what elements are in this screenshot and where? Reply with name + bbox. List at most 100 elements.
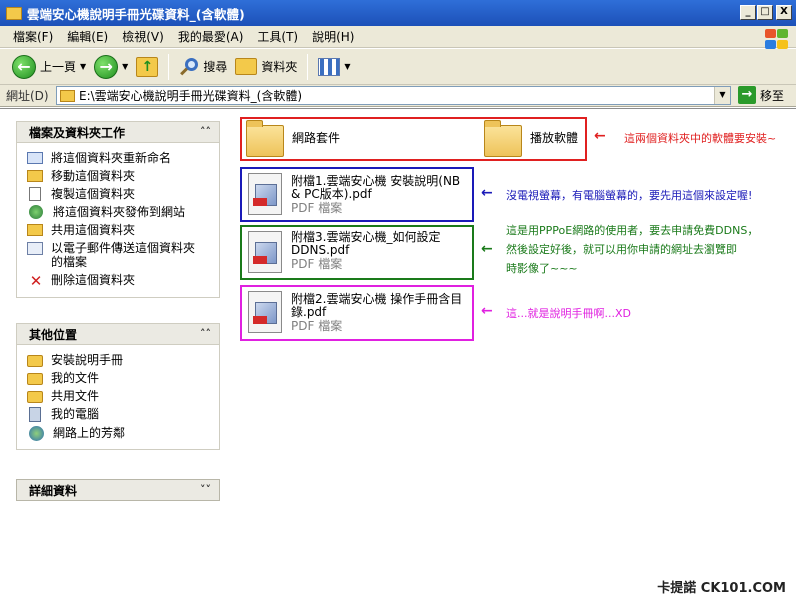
- task-email[interactable]: 以電子郵件傳送這個資料夾的檔案: [27, 239, 219, 271]
- task-label: 將這個資料夾重新命名: [51, 151, 172, 165]
- pdf1-type: PDF 檔案: [291, 201, 343, 215]
- note-ddns-line: 這是用PPPoE網路的使用者，要去申請免費DDNS，: [506, 224, 759, 237]
- task-share[interactable]: 共用這個資料夾: [27, 221, 219, 239]
- back-label: 上一頁: [40, 60, 77, 74]
- other-places-title: 其他位置: [29, 327, 78, 342]
- windows-logo-icon: [762, 28, 790, 50]
- task-label: 複製這個資料夾: [51, 187, 136, 201]
- task-move[interactable]: 移動這個資料夾: [27, 167, 219, 185]
- note-install-software: 這兩個資料夾中的軟體要安裝~: [624, 132, 777, 145]
- share-icon: [27, 224, 43, 236]
- forward-button[interactable]: → ▼: [90, 52, 132, 82]
- menu-view[interactable]: 檢視(V): [115, 28, 171, 45]
- chevron-down-icon[interactable]: ▼: [80, 62, 86, 71]
- computer-icon: [29, 407, 41, 422]
- place-label: 我的文件: [51, 371, 100, 385]
- watermark-logo: 卡提諾 CK101.COM: [657, 581, 786, 596]
- place-network[interactable]: 網路上的芳鄰: [27, 424, 219, 443]
- arrow-left-icon: ←: [594, 128, 606, 144]
- folder-icon: [60, 89, 75, 102]
- task-pane: 檔案及資料夾工作 ˄˄ 將這個資料夾重新命名 移動這個資料夾 複製這個資料夾 將…: [0, 109, 233, 601]
- back-arrow-icon: ←: [12, 54, 36, 79]
- minimize-button[interactable]: _: [740, 5, 756, 20]
- menu-file[interactable]: 檔案(F): [6, 28, 60, 45]
- menu-help[interactable]: 說明(H): [305, 28, 361, 45]
- place-label: 共用文件: [51, 389, 100, 403]
- pdf2-type: PDF 檔案: [291, 257, 343, 271]
- place-install-manual[interactable]: 安裝說明手冊: [27, 351, 219, 369]
- expand-icon[interactable]: ˅˅: [200, 483, 211, 496]
- place-shared-documents[interactable]: 共用文件: [27, 387, 219, 405]
- note-ddns-line: 然後設定好後，就可以用你申請的網址去瀏覽即: [506, 243, 737, 256]
- task-label: 共用這個資料夾: [51, 223, 136, 237]
- title-bar[interactable]: 雲端安心機說明手冊光碟資料_(含軟體) _ □ X: [0, 0, 796, 26]
- menu-favorites[interactable]: 我的最愛(A): [171, 28, 251, 45]
- network-icon: [29, 426, 44, 441]
- collapse-icon[interactable]: ˄˄: [200, 125, 211, 138]
- up-folder-button[interactable]: ↑: [132, 52, 162, 82]
- pdf-file-icon: [248, 231, 282, 273]
- details-header[interactable]: 詳細資料 ˅˅: [16, 479, 220, 501]
- place-label: 安裝說明手冊: [51, 353, 124, 367]
- address-value: E:\雲端安心機說明手冊光碟資料_(含軟體): [79, 89, 303, 103]
- folder-player-software[interactable]: 播放軟體: [530, 129, 578, 146]
- views-button[interactable]: ▼: [314, 52, 354, 82]
- note-setup-pc: 沒電視螢幕，有電腦螢幕的，要先用這個來設定喔!: [506, 189, 753, 202]
- address-label: 網址(D): [6, 89, 49, 103]
- back-button[interactable]: ← 上一頁 ▼: [8, 52, 90, 82]
- pdf1-name[interactable]: 附檔1.雲端安心機 安裝說明(NB & PC版本).pdf: [291, 175, 471, 201]
- other-places-panel: 其他位置 ˄˄ 安裝說明手冊 我的文件 共用文件 我的電腦 網路上的芳鄰: [16, 323, 220, 450]
- folder-icon: [484, 120, 522, 157]
- collapse-icon[interactable]: ˄˄: [200, 327, 211, 340]
- task-rename[interactable]: 將這個資料夾重新命名: [27, 149, 219, 167]
- task-copy[interactable]: 複製這個資料夾: [27, 185, 219, 203]
- note-ddns-line: 時影像了~~~: [506, 262, 578, 275]
- other-places-list: 安裝說明手冊 我的文件 共用文件 我的電腦 網路上的芳鄰: [16, 345, 220, 450]
- pdf3-type: PDF 檔案: [291, 319, 343, 333]
- file-tasks-list: 將這個資料夾重新命名 移動這個資料夾 複製這個資料夾 將這個資料夾發佈到網站 共…: [16, 143, 220, 298]
- go-button[interactable]: → 移至: [738, 86, 784, 104]
- file-tasks-header[interactable]: 檔案及資料夾工作 ˄˄: [16, 121, 220, 143]
- window-title: 雲端安心機說明手冊光碟資料_(含軟體): [27, 6, 245, 22]
- close-button[interactable]: X: [776, 5, 792, 20]
- content-area: 檔案及資料夾工作 ˄˄ 將這個資料夾重新命名 移動這個資料夾 複製這個資料夾 將…: [0, 108, 796, 601]
- arrow-left-icon: ←: [481, 241, 493, 257]
- chevron-down-icon[interactable]: ▼: [122, 62, 128, 71]
- task-publish[interactable]: 將這個資料夾發佈到網站: [27, 203, 219, 221]
- toolbar-separator: [168, 53, 170, 80]
- pdf3-name[interactable]: 附檔2.雲端安心機 操作手冊含目錄.pdf: [291, 293, 471, 319]
- place-my-computer[interactable]: 我的電腦: [27, 405, 219, 424]
- folders-button[interactable]: 資料夾: [231, 52, 301, 82]
- other-places-header[interactable]: 其他位置 ˄˄: [16, 323, 220, 345]
- maximize-button[interactable]: □: [757, 5, 773, 20]
- menu-edit[interactable]: 編輯(E): [60, 28, 115, 45]
- task-label: 移動這個資料夾: [51, 169, 136, 183]
- menu-bar: 檔案(F) 編輯(E) 檢視(V) 我的最愛(A) 工具(T) 說明(H): [0, 26, 796, 48]
- search-button[interactable]: 搜尋: [175, 52, 231, 82]
- my-documents-icon: [27, 373, 43, 385]
- chevron-down-icon[interactable]: ▼: [714, 87, 730, 104]
- rename-icon: [27, 152, 43, 164]
- note-manual: 這...就是說明手冊啊...XD: [506, 307, 631, 320]
- toolbar-separator: [307, 53, 309, 80]
- pdf-file-icon: [248, 291, 282, 333]
- task-label: 刪除這個資料夾: [51, 273, 136, 287]
- email-icon: [27, 242, 43, 255]
- address-bar: 網址(D) E:\雲端安心機說明手冊光碟資料_(含軟體) ▼ → 移至: [0, 85, 796, 107]
- up-folder-icon: ↑: [136, 56, 159, 77]
- place-my-documents[interactable]: 我的文件: [27, 369, 219, 387]
- folder-network-suite[interactable]: 網路套件: [292, 129, 340, 146]
- menu-tools[interactable]: 工具(T): [250, 28, 305, 45]
- file-tasks-title: 檔案及資料夾工作: [29, 125, 126, 140]
- forward-arrow-icon: →: [94, 54, 119, 79]
- search-icon: [179, 57, 199, 77]
- chevron-down-icon[interactable]: ▼: [344, 62, 350, 71]
- folders-label: 資料夾: [261, 60, 298, 74]
- place-label: 網路上的芳鄰: [53, 426, 126, 440]
- toolbar: ← 上一頁 ▼ → ▼ ↑ 搜尋 資料夾 ▼: [0, 49, 796, 85]
- task-delete[interactable]: ✕ 刪除這個資料夾: [27, 271, 219, 291]
- address-input[interactable]: E:\雲端安心機說明手冊光碟資料_(含軟體) ▼: [56, 86, 731, 105]
- delete-icon: ✕: [29, 272, 43, 290]
- go-arrow-icon: →: [738, 86, 756, 104]
- pdf2-name[interactable]: 附檔3.雲端安心機_如何設定DDNS.pdf: [291, 231, 471, 257]
